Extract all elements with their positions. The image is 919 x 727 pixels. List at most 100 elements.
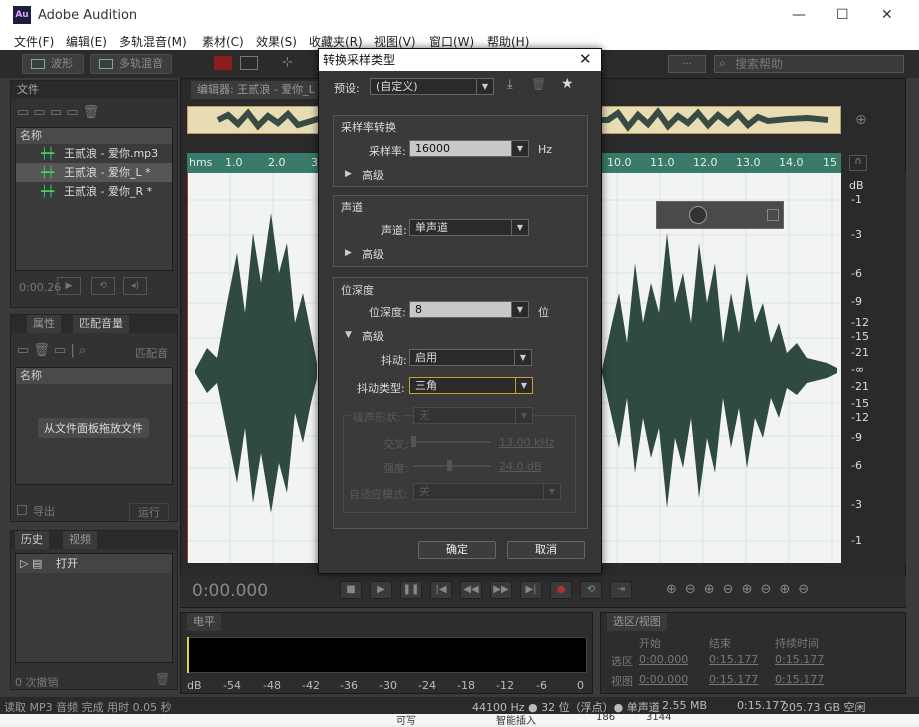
view-duration-value[interactable]: 0:15.177 — [775, 673, 824, 686]
col-start: 开始 — [639, 637, 661, 650]
db-label: -1 — [851, 193, 862, 206]
advanced-channel-toggle[interactable]: 高级 — [362, 246, 384, 262]
menu-clip[interactable]: 素材(C) — [202, 33, 244, 50]
multitrack-view-button[interactable]: 多轨混音 — [90, 54, 172, 74]
chevron-down-icon: ▼ — [511, 302, 528, 317]
export-checkbox[interactable] — [17, 505, 27, 515]
close-button[interactable]: ✕ — [881, 7, 893, 23]
menu-multitrack[interactable]: 多轨混音(M) — [119, 33, 187, 50]
file-item-mp3[interactable]: ┿┿ 王贰浪 - 爱你.mp3 — [16, 144, 172, 163]
tab-match-volume[interactable]: 匹配音量 — [73, 315, 129, 333]
pin-icon[interactable] — [767, 209, 779, 221]
snap-icon[interactable]: ∩ — [849, 155, 867, 171]
tab-files[interactable]: 文件 — [17, 83, 39, 96]
workspace-dropdown[interactable]: ... — [668, 55, 706, 73]
timecode-display[interactable]: 0:00.000 — [192, 581, 268, 601]
collapse-triangle-icon[interactable]: ▼ — [345, 330, 352, 340]
selection-end-value[interactable]: 0:15.177 — [709, 653, 758, 666]
adaptive-mode-dropdown[interactable]: 关 ▼ — [413, 483, 561, 500]
tab-history[interactable]: 历史 — [15, 531, 49, 549]
meter-scale-label: -18 — [457, 679, 475, 692]
menu-file[interactable]: 文件(F) — [14, 33, 54, 50]
dither-dropdown[interactable]: 启用 ▼ — [409, 349, 532, 366]
zoom-controls-icons[interactable]: ⊕⊖⊕⊖⊕⊖⊕⊖ — [666, 582, 817, 597]
dialog-close-button[interactable]: ✕ — [579, 50, 592, 68]
match-list: 名称 从文件面板拖放文件 — [15, 367, 173, 485]
ruler-label: 2.0 — [268, 156, 286, 169]
tab-video[interactable]: 视频 — [63, 531, 97, 549]
advanced-depth-toggle[interactable]: 高级 — [362, 328, 384, 344]
frequency-icon[interactable] — [240, 56, 258, 70]
tab-selection-view[interactable]: 选区/视图 — [607, 613, 667, 631]
volume-knob-icon[interactable] — [689, 206, 707, 224]
crossover-slider-thumb[interactable] — [411, 436, 416, 447]
expand-triangle-icon[interactable]: ▶ — [345, 169, 352, 179]
menu-effects[interactable]: 效果(S) — [256, 33, 297, 50]
selection-start-value[interactable]: 0:00.000 — [639, 653, 688, 666]
spectral-icon[interactable] — [214, 56, 232, 70]
rewind-button[interactable]: ◀◀ — [460, 581, 482, 599]
crossover-value[interactable]: 13.00 kHz — [499, 436, 554, 449]
crossover-slider[interactable] — [413, 441, 491, 443]
loop-icon[interactable]: ⟲ — [91, 277, 115, 295]
waveform-view-button[interactable]: 波形 — [22, 54, 84, 74]
ruler-label: 1.0 — [225, 156, 243, 169]
tab-properties[interactable]: 属性 — [27, 315, 61, 333]
bit-depth-input[interactable]: 8 ▼ — [409, 301, 529, 318]
file-item-right[interactable]: ┿┿ 王贰浪 - 爱你_R * — [16, 182, 172, 201]
pause-button[interactable]: ❚❚ — [400, 581, 422, 599]
dither-type-dropdown[interactable]: 三角 ▼ — [409, 377, 533, 394]
favorite-star-icon[interactable]: ★ — [561, 76, 574, 92]
strength-value[interactable]: 24.0 dB — [499, 460, 542, 473]
chevron-down-icon: ▼ — [476, 79, 493, 94]
noise-shape-dropdown[interactable]: 无 ▼ — [413, 407, 533, 424]
play-button[interactable]: ▶ — [370, 581, 392, 599]
view-end-value[interactable]: 0:15.177 — [709, 673, 758, 686]
strength-slider[interactable] — [413, 465, 491, 467]
goto-end-button[interactable]: ▶| — [520, 581, 542, 599]
status-size: 2.55 MB — [662, 699, 708, 712]
db-label: -12 — [851, 411, 869, 424]
export-label: 导出 — [33, 505, 55, 518]
help-search-input[interactable]: 搜索帮助 — [714, 55, 904, 73]
tab-editor[interactable]: 编辑器: 王贰浪 - 爱你_L — [191, 81, 321, 99]
zoom-navigator-icon[interactable]: ⊕ — [855, 112, 867, 128]
db-label: -3 — [851, 228, 862, 241]
play-icon[interactable]: ▶ — [57, 277, 81, 295]
menu-edit[interactable]: 编辑(E) — [66, 33, 107, 50]
view-start-value[interactable]: 0:00.000 — [639, 673, 688, 686]
sample-rate-input[interactable]: 16000 ▼ — [409, 140, 529, 157]
loop-button[interactable]: ⟲ — [580, 581, 602, 599]
save-preset-icon[interactable]: ⤓ — [507, 77, 513, 92]
selection-duration-value[interactable]: 0:15.177 — [775, 653, 824, 666]
minimize-button[interactable]: — — [792, 7, 806, 23]
skip-button[interactable]: ⇥ — [610, 581, 632, 599]
maximize-button[interactable]: ☐ — [836, 7, 849, 23]
history-item-open[interactable]: ▷ ▤ 打开 — [16, 554, 172, 573]
record-button[interactable]: ● — [550, 581, 572, 599]
ruler-label: 11.0 — [650, 156, 675, 169]
trash-icon[interactable]: 🗑 — [155, 672, 170, 686]
move-tool-icon[interactable]: ⊹ — [282, 55, 293, 70]
tab-levels[interactable]: 电平 — [187, 613, 221, 631]
preset-label: 预设: — [334, 82, 360, 95]
autoplay-icon[interactable]: ◂) — [123, 277, 147, 295]
delete-preset-icon[interactable]: 🗑 — [531, 77, 546, 91]
file-item-left[interactable]: ┿┿ 王贰浪 - 爱你_L * — [16, 163, 172, 182]
preset-dropdown[interactable]: (自定义) ▼ — [370, 78, 494, 95]
ruler-label: 3 — [311, 156, 318, 169]
hud-volume-control[interactable] — [656, 201, 784, 229]
cancel-button[interactable]: 取消 — [507, 541, 585, 559]
goto-start-button[interactable]: |◀ — [430, 581, 452, 599]
advanced-rate-toggle[interactable]: 高级 — [362, 167, 384, 183]
run-button[interactable]: 运行 — [129, 503, 169, 521]
match-volume-dropdown[interactable]: 匹配音 — [135, 345, 168, 361]
fast-forward-button[interactable]: ▶▶ — [490, 581, 512, 599]
expand-triangle-icon[interactable]: ▶ — [345, 248, 352, 258]
strength-slider-thumb[interactable] — [447, 460, 452, 471]
ruler-label: 10.0 — [607, 156, 632, 169]
channel-dropdown[interactable]: 单声道 ▼ — [409, 219, 529, 236]
stop-button[interactable]: ■ — [340, 581, 362, 599]
strength-label: 强度: — [383, 462, 409, 475]
ok-button[interactable]: 确定 — [418, 541, 496, 559]
